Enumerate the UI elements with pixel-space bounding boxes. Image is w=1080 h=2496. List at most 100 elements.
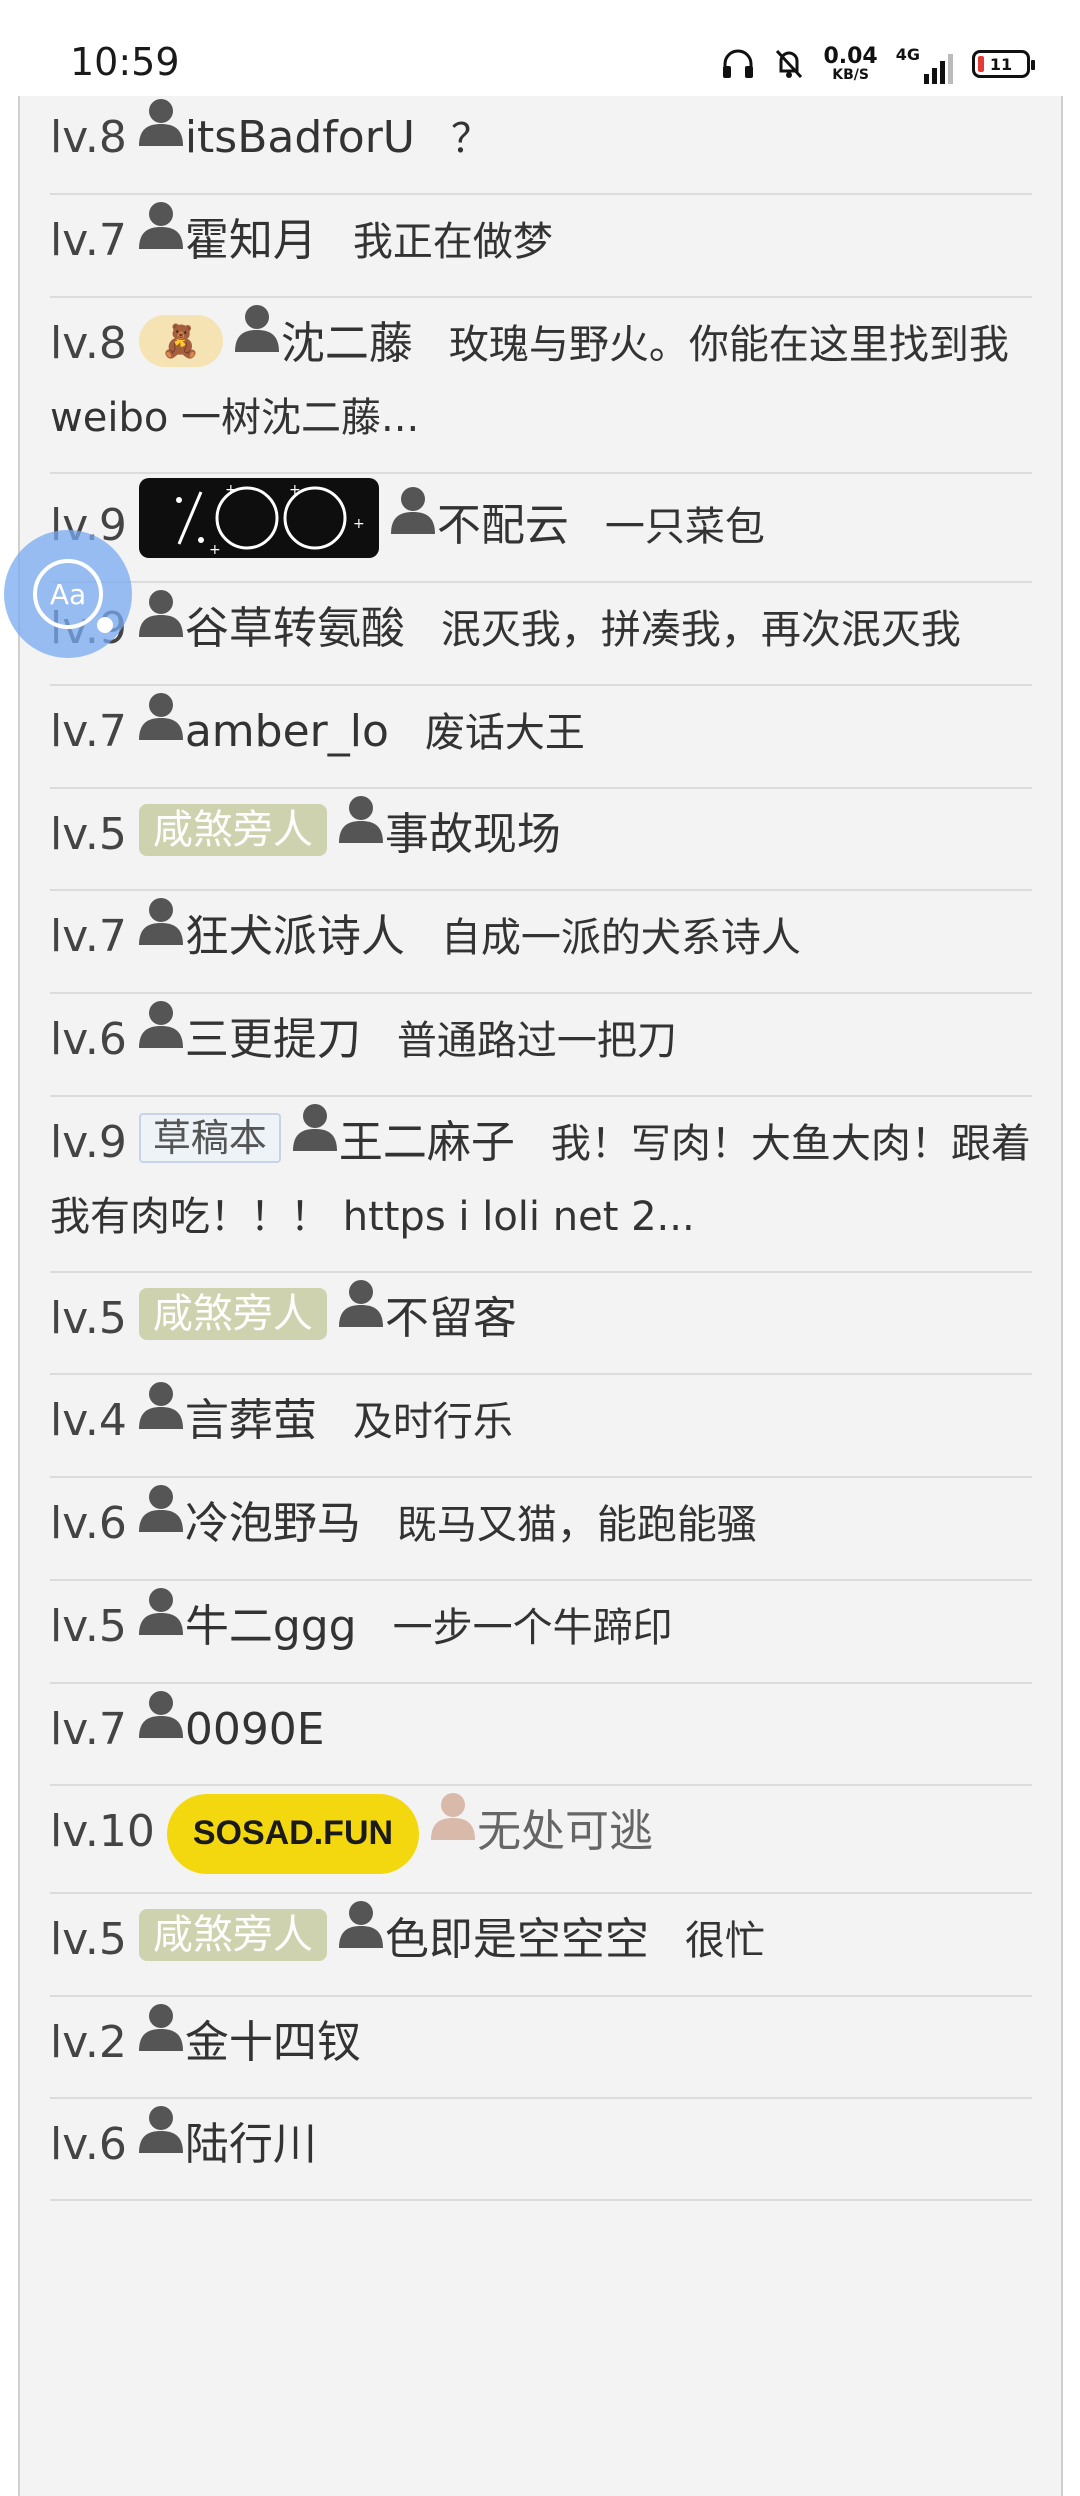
user-bio: 一步一个牛蹄印: [392, 1605, 673, 1651]
floating-button-label: Aa: [49, 577, 87, 611]
headphones-icon: [723, 49, 754, 78]
list-item[interactable]: lv.5 咸煞旁人 色即是空空空 很忙: [50, 1894, 1032, 1997]
user-level: lv.5: [50, 809, 127, 860]
user-level: lv.7: [50, 706, 127, 757]
username-link[interactable]: 三更提刀: [185, 1014, 361, 1065]
font-size-icon: Aa: [33, 559, 113, 633]
list-item[interactable]: lv.5 牛二ggg 一步一个牛蹄印: [50, 1581, 1032, 1684]
username-link[interactable]: 牛二ggg: [185, 1601, 357, 1652]
user-avatar-icon: [337, 1898, 385, 1950]
user-level: lv.10: [50, 1806, 155, 1857]
user-title-badge: 草稿本: [138, 1113, 281, 1163]
battery-level: 11: [989, 54, 1013, 74]
clock: 10:59: [70, 40, 180, 84]
user-title-badge: SOSAD.FUN: [166, 1794, 420, 1874]
user-level: lv.9: [50, 1117, 127, 1168]
user-avatar-icon: [137, 2103, 185, 2155]
list-item[interactable]: lv.4 言葬萤 及时行乐: [50, 1375, 1032, 1478]
list-item[interactable]: lv.6 冷泡野马 既马又猫，能跑能骚: [50, 1478, 1032, 1581]
username-link[interactable]: 色即是空空空: [385, 1914, 649, 1965]
user-level: lv.6: [50, 1498, 127, 1549]
username-link[interactable]: 不配云: [437, 500, 569, 551]
user-level: lv.8: [50, 112, 127, 163]
username-link[interactable]: 陆行川: [185, 2119, 317, 2170]
username-link[interactable]: 狂犬派诗人: [185, 911, 405, 962]
user-level: lv.5: [50, 1293, 127, 1344]
username-link[interactable]: 冷泡野马: [185, 1498, 361, 1549]
user-avatar-icon: [291, 1101, 339, 1153]
user-avatar-icon: [429, 1790, 477, 1842]
user-list: lv.8 itsBadforU？ lv.7 霍知月 我正在做梦 lv.8 🧸 沈二藤 玫瑰与野火…: [50, 96, 1032, 2201]
list-item[interactable]: lv.8 🧸 沈二藤 玫瑰与野火。你能在这里找到我weibo 一树沈二藤...: [50, 298, 1032, 474]
user-avatar-icon: [137, 96, 185, 148]
user-avatar-icon: [137, 1379, 185, 1431]
username-link[interactable]: 无处可逃: [477, 1806, 653, 1857]
list-item[interactable]: lv.9谷草转氨酸泯灭我，拼凑我，再次泯灭我: [50, 583, 1032, 686]
list-item[interactable]: lv.6 陆行川: [50, 2099, 1032, 2201]
username-link[interactable]: 沈二藤: [281, 318, 413, 369]
username-link[interactable]: 谷草转氨酸: [185, 603, 405, 654]
user-title-badge: 咸煞旁人: [138, 1909, 327, 1961]
net-speed-unit: KB/S: [832, 67, 869, 83]
user-avatar-icon: [389, 484, 437, 536]
bear-badge-icon: 🧸: [138, 315, 223, 367]
user-bio: 既马又猫，能跑能骚: [396, 1502, 757, 1548]
user-bio: 废话大王: [424, 710, 585, 756]
user-avatar-icon: [137, 998, 185, 1050]
user-level: lv.5: [50, 1601, 127, 1652]
username-link[interactable]: itsBadforU: [185, 112, 415, 163]
list-item[interactable]: lv.7 0090E: [50, 1684, 1032, 1786]
user-bio: 一只菜包: [604, 504, 765, 550]
user-level: lv.7: [50, 215, 127, 266]
list-item[interactable]: lv.9 + + + + 不配云 一只菜包: [50, 474, 1032, 583]
net-speed-value: 0.04: [823, 44, 878, 69]
user-avatar-icon: [137, 587, 185, 639]
user-avatar-icon: [233, 302, 281, 354]
svg-text:+: +: [353, 516, 365, 532]
list-item[interactable]: lv.10 SOSAD.FUN 无处可逃: [50, 1786, 1032, 1894]
list-item[interactable]: lv.5 咸煞旁人 事故现场: [50, 789, 1032, 891]
user-bio: 普通路过一把刀: [396, 1018, 677, 1064]
user-avatar-icon: [137, 199, 185, 251]
user-avatar-icon: [137, 895, 185, 947]
svg-text:+: +: [289, 482, 301, 498]
list-item[interactable]: lv.6 三更提刀 普通路过一把刀: [50, 994, 1032, 1097]
user-avatar-icon: [337, 793, 385, 845]
list-item[interactable]: lv.9 草稿本 王二麻子 我！写肉！大鱼大肉！跟着我有肉吃！！！ https i l…: [50, 1097, 1032, 1273]
floating-reader-button[interactable]: Aa: [4, 530, 132, 658]
user-bio: 及时行乐: [352, 1399, 513, 1445]
username-link[interactable]: 事故现场: [385, 809, 561, 860]
user-avatar-icon: [137, 690, 185, 742]
user-level: lv.5: [50, 1914, 127, 1965]
user-avatar-icon: [137, 1688, 185, 1740]
list-item[interactable]: lv.8 itsBadforU ？: [50, 96, 1032, 195]
user-level: lv.6: [50, 2119, 127, 2170]
user-bio: 很忙: [684, 1918, 765, 1964]
user-avatar-icon: [337, 1277, 385, 1329]
username-link[interactable]: 0090E: [185, 1704, 325, 1755]
list-item[interactable]: lv.7 狂犬派诗人 自成一派的犬系诗人: [50, 891, 1032, 994]
user-bio: 我正在做梦: [352, 219, 553, 265]
user-level: lv.7: [50, 1704, 127, 1755]
network-type: 4G: [895, 44, 920, 64]
battery-icon: 11: [972, 50, 1035, 78]
user-level: lv.2: [50, 2017, 127, 2068]
status-icons: 0.04 KB/S 4G 11: [721, 38, 1035, 90]
user-list-panel: lv.8 itsBadforU？ lv.7 霍知月 我正在做梦 lv.8 🧸 沈二藤 玫瑰与野火…: [18, 96, 1063, 2496]
username-link[interactable]: 霍知月: [185, 215, 317, 266]
user-avatar-icon: [137, 2001, 185, 2053]
user-title-badge: 咸煞旁人: [138, 804, 327, 856]
list-item[interactable]: lv.7 霍知月 我正在做梦: [50, 195, 1032, 298]
bell-off-icon: [776, 49, 803, 79]
username-link[interactable]: amber_lo: [185, 706, 389, 757]
user-avatar-icon: [137, 1585, 185, 1637]
list-item[interactable]: lv.5 咸煞旁人 不留客: [50, 1273, 1032, 1375]
username-link[interactable]: 金十四钗: [185, 2017, 361, 2068]
username-link[interactable]: 言葬萤: [185, 1395, 317, 1446]
network-indicator: 4G: [896, 45, 954, 84]
user-avatar-icon: [137, 1482, 185, 1534]
list-item[interactable]: lv.2 金十四钗: [50, 1997, 1032, 2099]
list-item[interactable]: lv.7 amber_lo 废话大王: [50, 686, 1032, 789]
username-link[interactable]: 不留客: [385, 1293, 517, 1344]
username-link[interactable]: 王二麻子: [339, 1117, 515, 1168]
